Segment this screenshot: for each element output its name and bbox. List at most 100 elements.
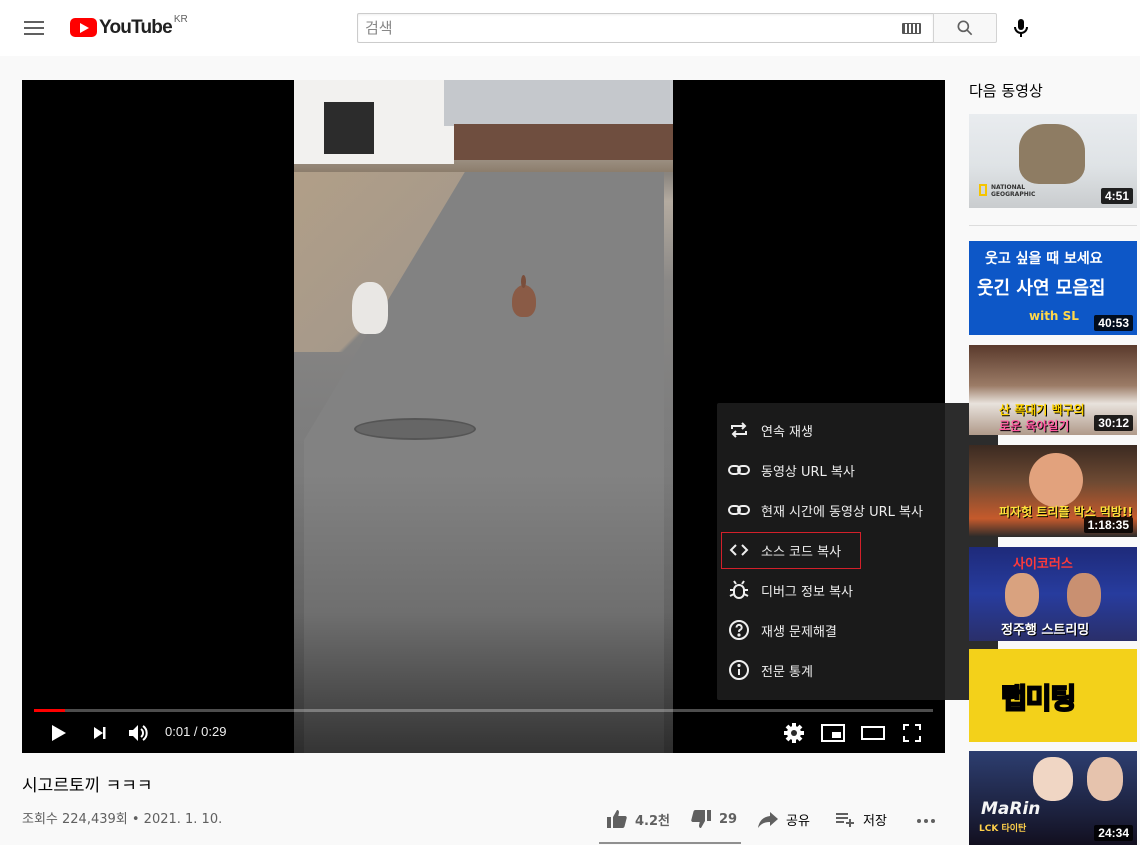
thumbnail-caption: 웃긴 사연 모음집 (977, 278, 1106, 299)
menu-item-label: 재생 문제해결 (761, 625, 837, 640)
sidebar-video-thumbnail[interactable]: NATIONAL GEOGRAPHIC 4:51 (969, 114, 1137, 208)
duration: 0:29 (201, 724, 227, 739)
search-button[interactable] (933, 13, 997, 43)
menu-item-copy-debug-info[interactable]: 디버그 정보 복사 (717, 570, 998, 610)
share-button[interactable]: 공유 (756, 806, 810, 832)
duration-badge: 24:34 (1094, 825, 1133, 841)
menu-item-troubleshoot[interactable]: 재생 문제해결 (717, 610, 998, 650)
code-icon (729, 544, 749, 556)
next-button[interactable] (88, 721, 112, 745)
thumbs-down-icon (691, 810, 711, 828)
microphone-icon (1014, 19, 1028, 37)
skip-next-icon (94, 727, 106, 739)
menu-item-copy-url-at-time[interactable]: 현재 시간에 동영상 URL 복사 (717, 490, 998, 530)
progress-bar[interactable] (34, 709, 933, 712)
thumbnail-caption: with SL (1029, 309, 1079, 323)
theater-mode-icon (861, 726, 885, 740)
dog-figure (352, 282, 388, 334)
like-count: 4.2천 (635, 813, 670, 829)
share-icon (758, 812, 778, 828)
miniplayer-icon (821, 724, 845, 742)
logo-text: YouTube (99, 17, 173, 38)
thumbnail-caption: GEOGRAPHIC (991, 191, 1036, 198)
thumbnail-caption: 로운 육아일기 (999, 419, 1070, 433)
settings-button[interactable] (782, 721, 806, 745)
more-horizontal-icon (917, 819, 935, 823)
thumbnail-caption: 랩미팅 (1000, 681, 1077, 716)
youtube-logo[interactable]: YouTube KR (70, 14, 188, 40)
sidebar-video-thumbnail[interactable]: 산 폭대기 백구의 로운 육아일기 30:12 (969, 345, 1137, 435)
dislike-button[interactable]: 29 (689, 806, 737, 832)
play-button[interactable] (46, 721, 70, 745)
sidebar-video-thumbnail[interactable]: 피자헛 트리플 박스 먹방!! 1:18:35 (969, 445, 1137, 537)
sidebar-video-thumbnail[interactable]: 사이코러스 정주행 스트리밍 (969, 547, 1137, 641)
sidebar-video-thumbnail[interactable]: MaRin LCK 타이탄 24:34 (969, 751, 1137, 845)
menu-icon[interactable] (22, 18, 46, 38)
rabbit-figure (512, 275, 536, 317)
time-separator: / (190, 724, 202, 739)
thumbnail-caption: MaRin (981, 799, 1041, 819)
volume-icon (129, 725, 148, 741)
search-input[interactable] (358, 14, 878, 42)
progress-fill (34, 709, 65, 712)
like-button[interactable]: 4.2천 (605, 806, 670, 832)
menu-item-label: 디버그 정보 복사 (761, 585, 853, 600)
fullscreen-icon (903, 724, 921, 742)
thumbs-up-icon (607, 810, 627, 828)
settings-menu: 연속 재생 동영상 URL 복사 현재 시간에 동영상 URL 복사 소스 코드… (717, 403, 998, 700)
info-icon (729, 660, 749, 680)
menu-item-copy-embed-code[interactable]: 소스 코드 복사 (717, 530, 998, 570)
dislike-count: 29 (719, 811, 738, 827)
link-icon (728, 505, 750, 515)
keyboard-icon[interactable] (902, 23, 921, 34)
info-dot: • (127, 812, 144, 827)
menu-item-label: 전문 통계 (761, 665, 813, 680)
volume-button[interactable] (126, 721, 152, 745)
menu-item-label: 동영상 URL 복사 (761, 465, 855, 480)
thumbnail-caption: NATIONAL (991, 184, 1026, 191)
duration-badge: 1:18:35 (1083, 517, 1133, 533)
time-display: 0:01 / 0:29 (165, 724, 226, 739)
menu-item-copy-url[interactable]: 동영상 URL 복사 (717, 450, 998, 490)
sidebar-video-thumbnail[interactable]: 랩미팅 (969, 649, 1137, 742)
thumbnail-caption: LCK 타이탄 (979, 824, 1027, 834)
thumbnail-caption: 산 폭대기 백구의 (999, 403, 1085, 417)
gear-icon (784, 723, 804, 743)
save-button[interactable]: 저장 (833, 806, 887, 832)
more-actions-button[interactable] (914, 806, 938, 832)
menu-item-label: 연속 재생 (761, 425, 813, 440)
save-label: 저장 (863, 813, 887, 829)
manhole-cover (354, 418, 476, 440)
share-label: 공유 (786, 813, 810, 829)
menu-item-label: 현재 시간에 동영상 URL 복사 (761, 505, 923, 520)
video-info: 조회수 224,439회 • 2021. 1. 10. (22, 808, 222, 827)
current-time: 0:01 (165, 724, 191, 739)
loop-icon (731, 422, 747, 438)
view-count: 조회수 224,439회 (22, 812, 128, 827)
sentiment-bar (599, 842, 741, 844)
thumbnail-caption: 웃고 싶을 때 보세요 (985, 251, 1103, 267)
search-box (357, 13, 933, 43)
thumbnail-caption: 정주행 스트리밍 (1001, 623, 1090, 638)
upload-date: 2021. 1. 10. (143, 812, 223, 827)
divider (969, 225, 1137, 226)
masthead: YouTube KR (0, 0, 1140, 56)
theater-mode-button[interactable] (860, 721, 886, 745)
up-next-heading: 다음 동영상 (969, 82, 1043, 100)
menu-item-stats-for-nerds[interactable]: 전문 통계 (717, 650, 998, 690)
duration-badge: 4:51 (1100, 188, 1133, 204)
menu-item-loop[interactable]: 연속 재생 (717, 410, 998, 450)
youtube-watch-page: YouTube KR 검색 0:01 / 0:29 연속 재생 동영상 URL … (0, 0, 1140, 845)
fullscreen-button[interactable] (900, 721, 924, 745)
miniplayer-button[interactable] (820, 721, 846, 745)
link-icon (728, 465, 750, 475)
playlist-add-icon (836, 813, 854, 827)
bug-icon (729, 580, 749, 599)
video-title: 시고르토끼 ㅋㅋㅋ (22, 776, 153, 796)
youtube-play-icon (70, 18, 97, 37)
duration-badge: 30:12 (1094, 415, 1133, 431)
sidebar-video-thumbnail[interactable]: 웃고 싶을 때 보세요 웃긴 사연 모음집 with SL 40:53 (969, 241, 1137, 335)
menu-item-label: 소스 코드 복사 (761, 545, 842, 560)
voice-search-button[interactable] (1008, 14, 1034, 42)
play-icon (52, 725, 66, 741)
